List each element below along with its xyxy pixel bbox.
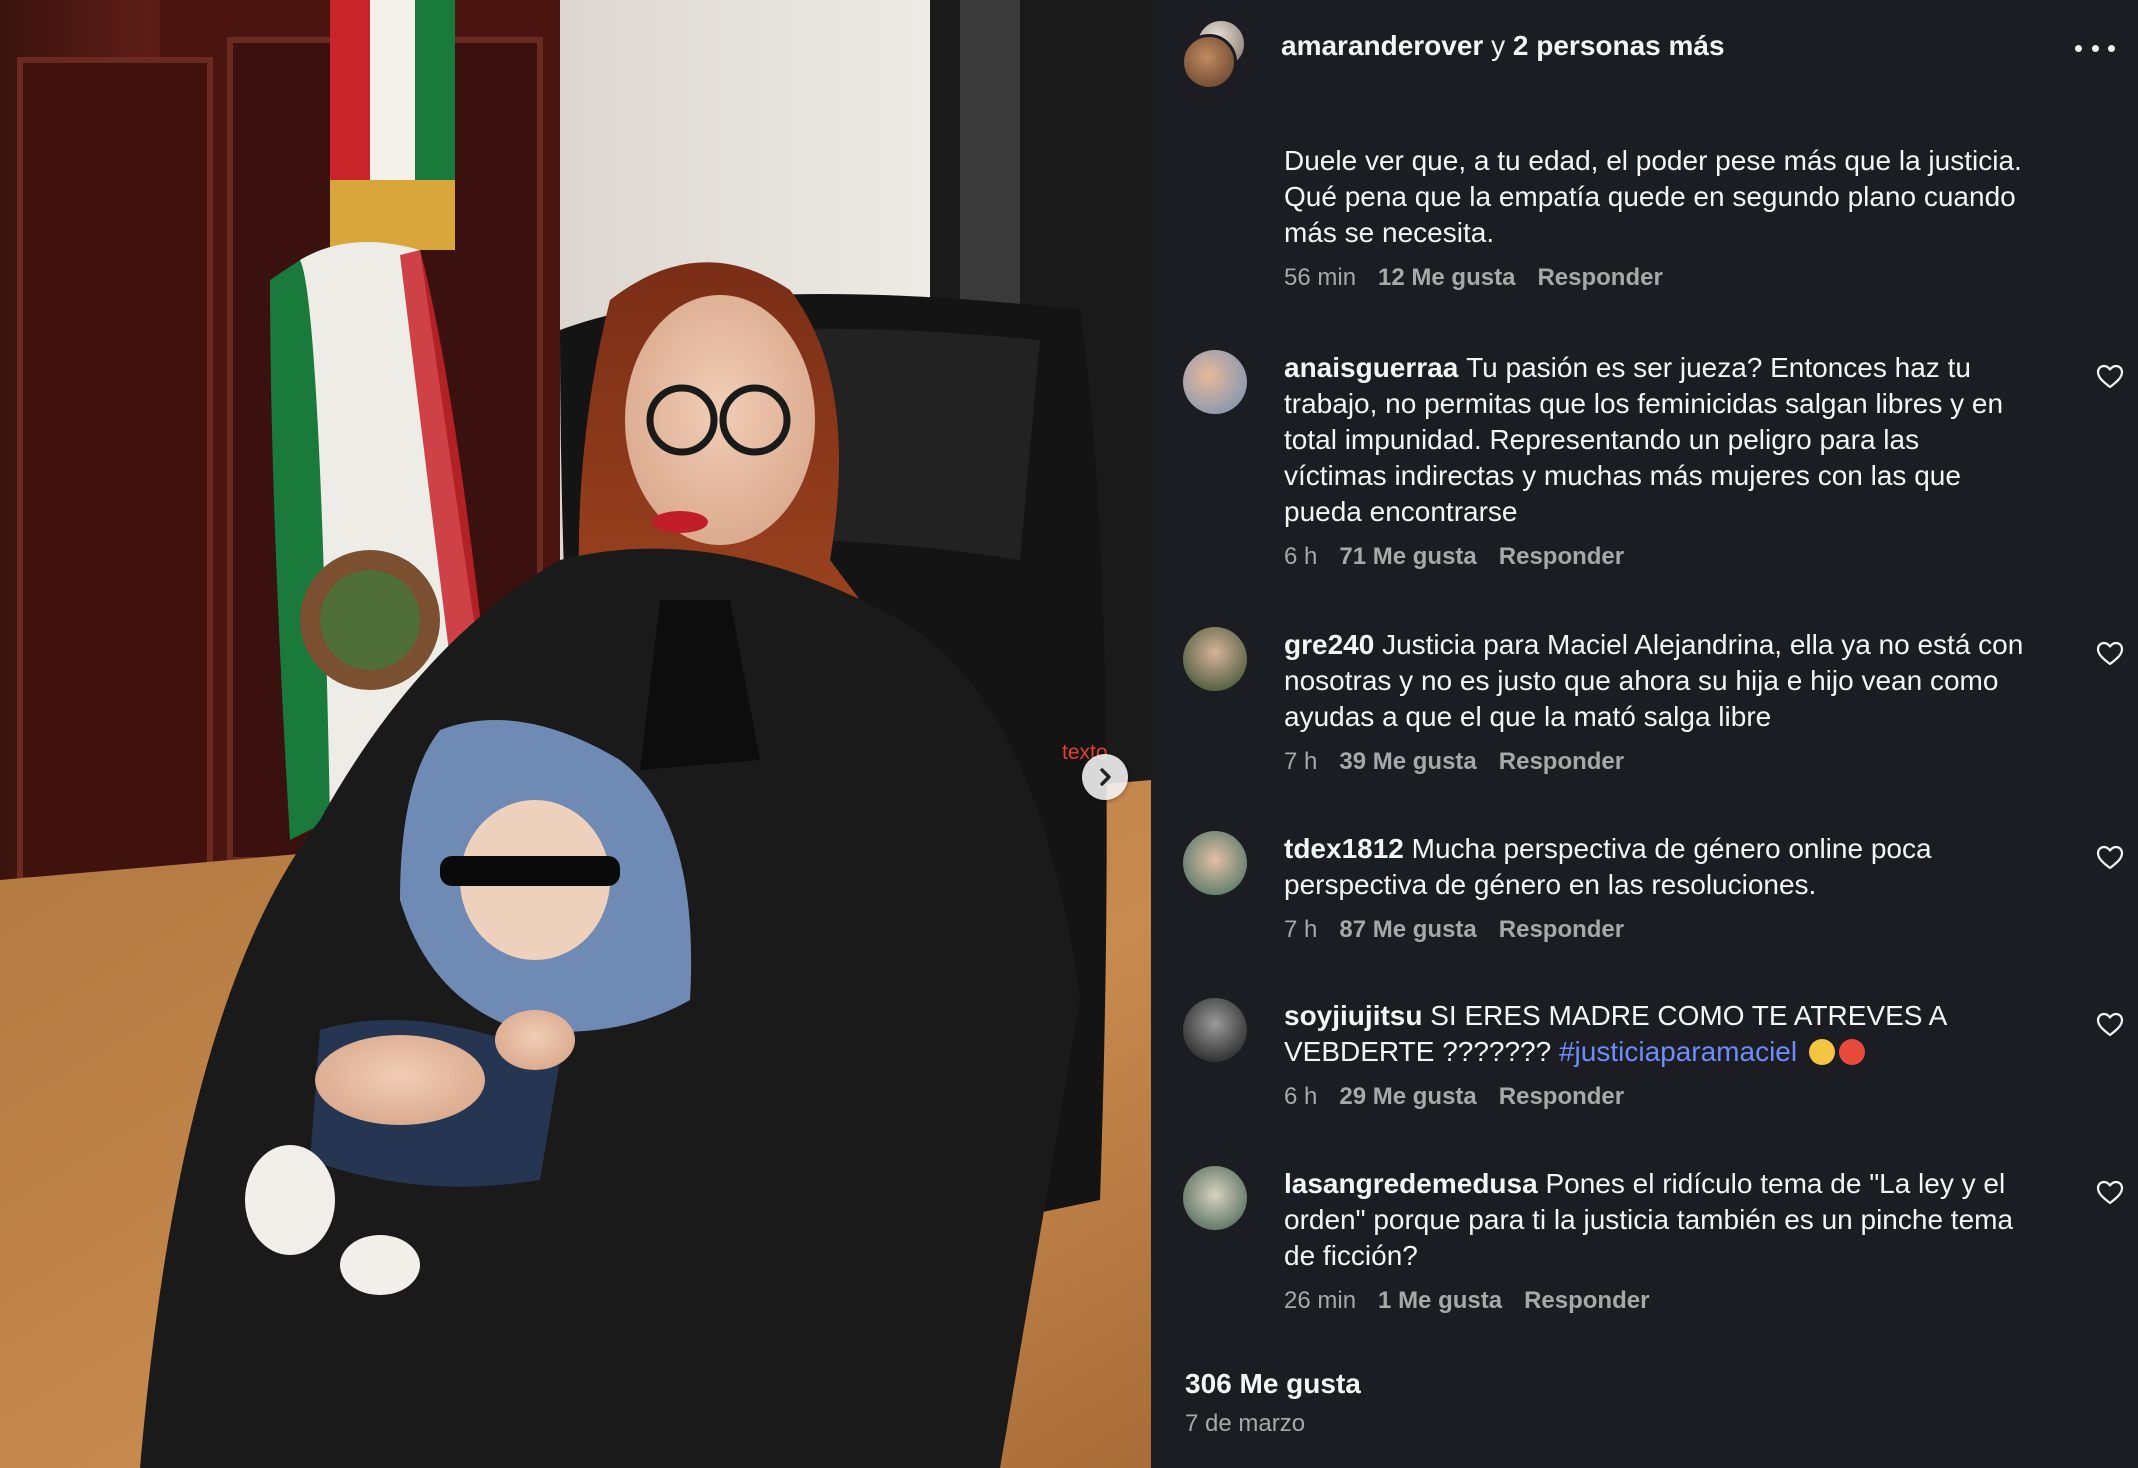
like-heart-icon[interactable] <box>2096 1012 2124 1038</box>
redaction-bar <box>440 856 620 886</box>
comments-panel: amaranderover y 2 personas más Duele ver… <box>1151 0 2138 1468</box>
reply-button[interactable]: Responder <box>1499 543 1624 570</box>
author-others[interactable]: 2 personas más <box>1513 30 1725 61</box>
comment-likes[interactable]: 29 Me gusta <box>1339 1083 1476 1110</box>
comment-text: Duele ver que, a tu edad, el poder pese … <box>1284 145 2022 248</box>
comment-text: Justicia para Maciel Alejandrina, ella y… <box>1284 629 2024 732</box>
crying-face-icon <box>1808 1039 1835 1065</box>
comment-time: 6 h <box>1284 543 1318 570</box>
author-connector: y <box>1491 30 1506 61</box>
avatar[interactable] <box>1183 831 1247 895</box>
reply-button[interactable]: Responder <box>1499 1083 1624 1110</box>
like-heart-icon[interactable] <box>2096 364 2124 390</box>
comment-time: 6 h <box>1284 1083 1318 1110</box>
avatar[interactable] <box>1183 627 1247 691</box>
author-username[interactable]: amaranderover <box>1281 30 1483 61</box>
post-date: 7 de marzo <box>1185 1410 1306 1437</box>
reply-button[interactable]: Responder <box>1499 748 1624 775</box>
comment-time: 26 min <box>1284 1287 1357 1314</box>
comment-username[interactable]: gre240 <box>1284 629 1382 660</box>
reply-button[interactable]: Responder <box>1537 264 1662 291</box>
comment-time: 56 min <box>1284 264 1357 291</box>
next-image-button[interactable] <box>1082 754 1128 800</box>
avatar <box>1181 34 1237 90</box>
reply-button[interactable]: Responder <box>1499 916 1624 943</box>
like-heart-icon[interactable] <box>2096 845 2124 871</box>
avatar[interactable] <box>1183 1166 1247 1230</box>
angry-face-icon <box>1838 1039 1865 1065</box>
comment-username[interactable]: anaisguerraa <box>1284 352 1466 383</box>
comment-time: 7 h <box>1284 748 1318 775</box>
post-photo: texto <box>0 0 1151 1468</box>
comment-likes[interactable]: 71 Me gusta <box>1339 543 1476 570</box>
post-likes-count[interactable]: 306 Me gusta <box>1185 1368 1361 1400</box>
comment-likes[interactable]: 12 Me gusta <box>1378 264 1515 291</box>
hashtag-link[interactable]: #justiciaparamaciel <box>1559 1036 1805 1067</box>
reply-button[interactable]: Responder <box>1524 1287 1649 1314</box>
more-horizontal-icon <box>2075 44 2082 52</box>
comment-likes[interactable]: 87 Me gusta <box>1339 916 1476 943</box>
avatar[interactable] <box>1183 350 1247 414</box>
like-heart-icon[interactable] <box>2096 641 2124 667</box>
comment-time: 7 h <box>1284 916 1318 943</box>
collaborator-avatars[interactable] <box>1181 18 1251 90</box>
comment-username[interactable]: tdex1812 <box>1284 833 1412 864</box>
more-options-button[interactable] <box>2075 34 2115 62</box>
chevron-right-icon <box>1100 768 1111 786</box>
comment-username[interactable]: lasangredemedusa <box>1284 1168 1545 1199</box>
like-heart-icon[interactable] <box>2096 1180 2124 1206</box>
comment-username[interactable]: soyjiujitsu <box>1284 1000 1430 1031</box>
post-authors: amaranderover y 2 personas más <box>1281 30 1725 62</box>
photo-illustration <box>0 0 1151 1468</box>
comment-likes[interactable]: 39 Me gusta <box>1339 748 1476 775</box>
post-header: amaranderover y 2 personas más <box>1151 0 2138 96</box>
avatar[interactable] <box>1183 998 1247 1062</box>
comment-likes[interactable]: 1 Me gusta <box>1378 1287 1502 1314</box>
